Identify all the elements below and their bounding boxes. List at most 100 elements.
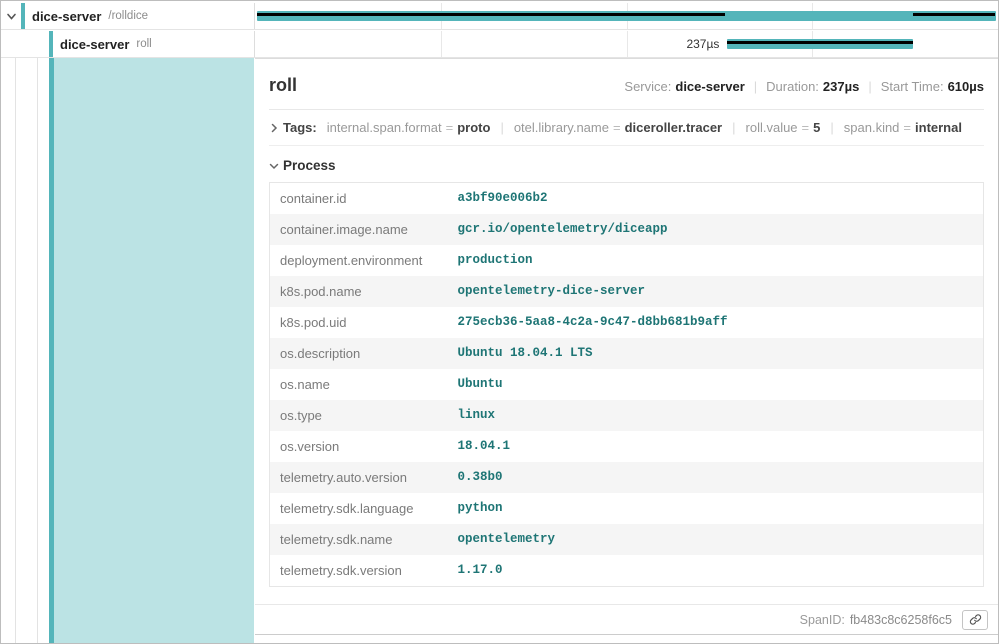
- grid-tick: [627, 31, 628, 57]
- tree-indent-guide: [15, 58, 16, 643]
- process-value: linux: [448, 400, 984, 431]
- process-row: telemetry.auto.version0.38b0: [270, 462, 984, 493]
- process-key: container.id: [270, 183, 448, 215]
- operation-name: /rolldice: [108, 10, 148, 22]
- process-key: os.description: [270, 338, 448, 369]
- process-value: gcr.io/opentelemetry/diceapp: [448, 214, 984, 245]
- process-value: 275ecb36-5aa8-4c2a-9c47-d8bb681b9aff: [448, 307, 984, 338]
- operation-name: roll: [136, 38, 151, 50]
- process-key: os.version: [270, 431, 448, 462]
- service-color-strip: [21, 3, 25, 29]
- span-row-rolldice[interactable]: dice-server /rolldice: [1, 3, 998, 30]
- tree-indent-guide: [37, 58, 38, 643]
- process-row: container.image.namegcr.io/opentelemetry…: [270, 214, 984, 245]
- span-detail-header: roll Service: dice-server | Duration: 23…: [269, 59, 984, 110]
- process-row: k8s.pod.nameopentelemetry-dice-server: [270, 276, 984, 307]
- critical-path-segment: [257, 13, 725, 16]
- process-row: telemetry.sdk.languagepython: [270, 493, 984, 524]
- timeline-cell[interactable]: 237µs: [255, 31, 998, 57]
- tag-separator: |: [490, 120, 513, 135]
- timeline-cell[interactable]: [255, 3, 998, 29]
- span-row-roll[interactable]: dice-server roll 237µs: [1, 31, 998, 58]
- selected-span-highlight: [54, 58, 254, 643]
- tag-separator: |: [722, 120, 745, 135]
- span-duration-label: 237µs: [686, 37, 719, 51]
- tag-equals: =: [798, 120, 814, 135]
- detail-left-gutter: [1, 58, 255, 643]
- process-value: Ubuntu 18.04.1 LTS: [448, 338, 984, 369]
- tag-value: proto: [457, 120, 490, 135]
- process-key: telemetry.sdk.name: [270, 524, 448, 555]
- start-time-value: 610µs: [948, 79, 984, 94]
- process-accordion[interactable]: Process: [269, 146, 984, 182]
- deep-link-button[interactable]: [962, 610, 988, 630]
- process-value: 1.17.0: [448, 555, 984, 587]
- service-color-strip: [49, 31, 53, 57]
- stat-divider: |: [859, 79, 880, 94]
- span-name-cell[interactable]: dice-server /rolldice: [1, 3, 255, 29]
- tags-accordion[interactable]: Tags: internal.span.format=proto|otel.li…: [269, 110, 984, 146]
- span-title: roll: [269, 75, 297, 96]
- process-key: k8s.pod.name: [270, 276, 448, 307]
- tag-key: internal.span.format: [327, 120, 442, 135]
- service-name: dice-server: [60, 37, 129, 52]
- process-value: a3bf90e006b2: [448, 183, 984, 215]
- service-value: dice-server: [675, 79, 744, 94]
- span-name-cell[interactable]: dice-server roll: [1, 31, 255, 57]
- tag-value: internal: [915, 120, 962, 135]
- process-value: python: [448, 493, 984, 524]
- chevron-right-icon: [269, 123, 283, 133]
- process-value: opentelemetry: [448, 524, 984, 555]
- span-id-label: SpanID:: [800, 613, 845, 627]
- tag-item: otel.library.name=diceroller.tracer: [514, 120, 722, 135]
- tag-item: roll.value=5: [746, 120, 821, 135]
- process-key: telemetry.auto.version: [270, 462, 448, 493]
- tag-item: span.kind=internal: [844, 120, 962, 135]
- process-row: os.typelinux: [270, 400, 984, 431]
- tag-item: internal.span.format=proto: [327, 120, 491, 135]
- start-time-label: Start Time:: [881, 79, 944, 94]
- jaeger-trace-view: dice-server /rolldice dice-server roll: [0, 0, 999, 644]
- span-detail-footer: SpanID: fb483c8c6258f6c5: [255, 604, 998, 634]
- tag-key: span.kind: [844, 120, 900, 135]
- process-row: container.ida3bf90e006b2: [270, 183, 984, 215]
- process-value: 0.38b0: [448, 462, 984, 493]
- process-row: telemetry.sdk.version1.17.0: [270, 555, 984, 587]
- critical-path-segment: [727, 41, 913, 44]
- critical-path-segment: [913, 13, 995, 16]
- duration-label: Duration:: [766, 79, 819, 94]
- tags-list: internal.span.format=proto|otel.library.…: [327, 120, 962, 135]
- process-row: os.version18.04.1: [270, 431, 984, 462]
- service-name: dice-server: [32, 9, 101, 24]
- chevron-down-icon: [269, 161, 283, 171]
- collapse-chevron-icon[interactable]: [1, 11, 21, 22]
- process-label: Process: [283, 158, 336, 173]
- process-row: telemetry.sdk.nameopentelemetry: [270, 524, 984, 555]
- process-key: deployment.environment: [270, 245, 448, 276]
- process-key: os.type: [270, 400, 448, 431]
- tag-value: 5: [813, 120, 820, 135]
- span-rows: dice-server /rolldice dice-server roll: [1, 1, 998, 58]
- process-table: container.ida3bf90e006b2container.image.…: [269, 182, 984, 587]
- process-value: production: [448, 245, 984, 276]
- stat-divider: |: [745, 79, 766, 94]
- process-row: k8s.pod.uid275ecb36-5aa8-4c2a-9c47-d8bb6…: [270, 307, 984, 338]
- process-key: telemetry.sdk.version: [270, 555, 448, 587]
- tag-equals: =: [609, 120, 625, 135]
- process-value: Ubuntu: [448, 369, 984, 400]
- grid-tick: [441, 31, 442, 57]
- process-value: 18.04.1: [448, 431, 984, 462]
- process-key: k8s.pod.uid: [270, 307, 448, 338]
- process-row: os.nameUbuntu: [270, 369, 984, 400]
- process-table-body: container.ida3bf90e006b2container.image.…: [270, 183, 984, 587]
- process-row: os.descriptionUbuntu 18.04.1 LTS: [270, 338, 984, 369]
- span-stats: Service: dice-server | Duration: 237µs |…: [624, 79, 984, 94]
- process-key: container.image.name: [270, 214, 448, 245]
- service-label: Service:: [624, 79, 671, 94]
- tag-key: roll.value: [746, 120, 798, 135]
- tag-key: otel.library.name: [514, 120, 609, 135]
- tag-separator: |: [820, 120, 843, 135]
- link-icon: [969, 613, 982, 626]
- process-key: os.name: [270, 369, 448, 400]
- span-id-value: fb483c8c6258f6c5: [850, 613, 952, 627]
